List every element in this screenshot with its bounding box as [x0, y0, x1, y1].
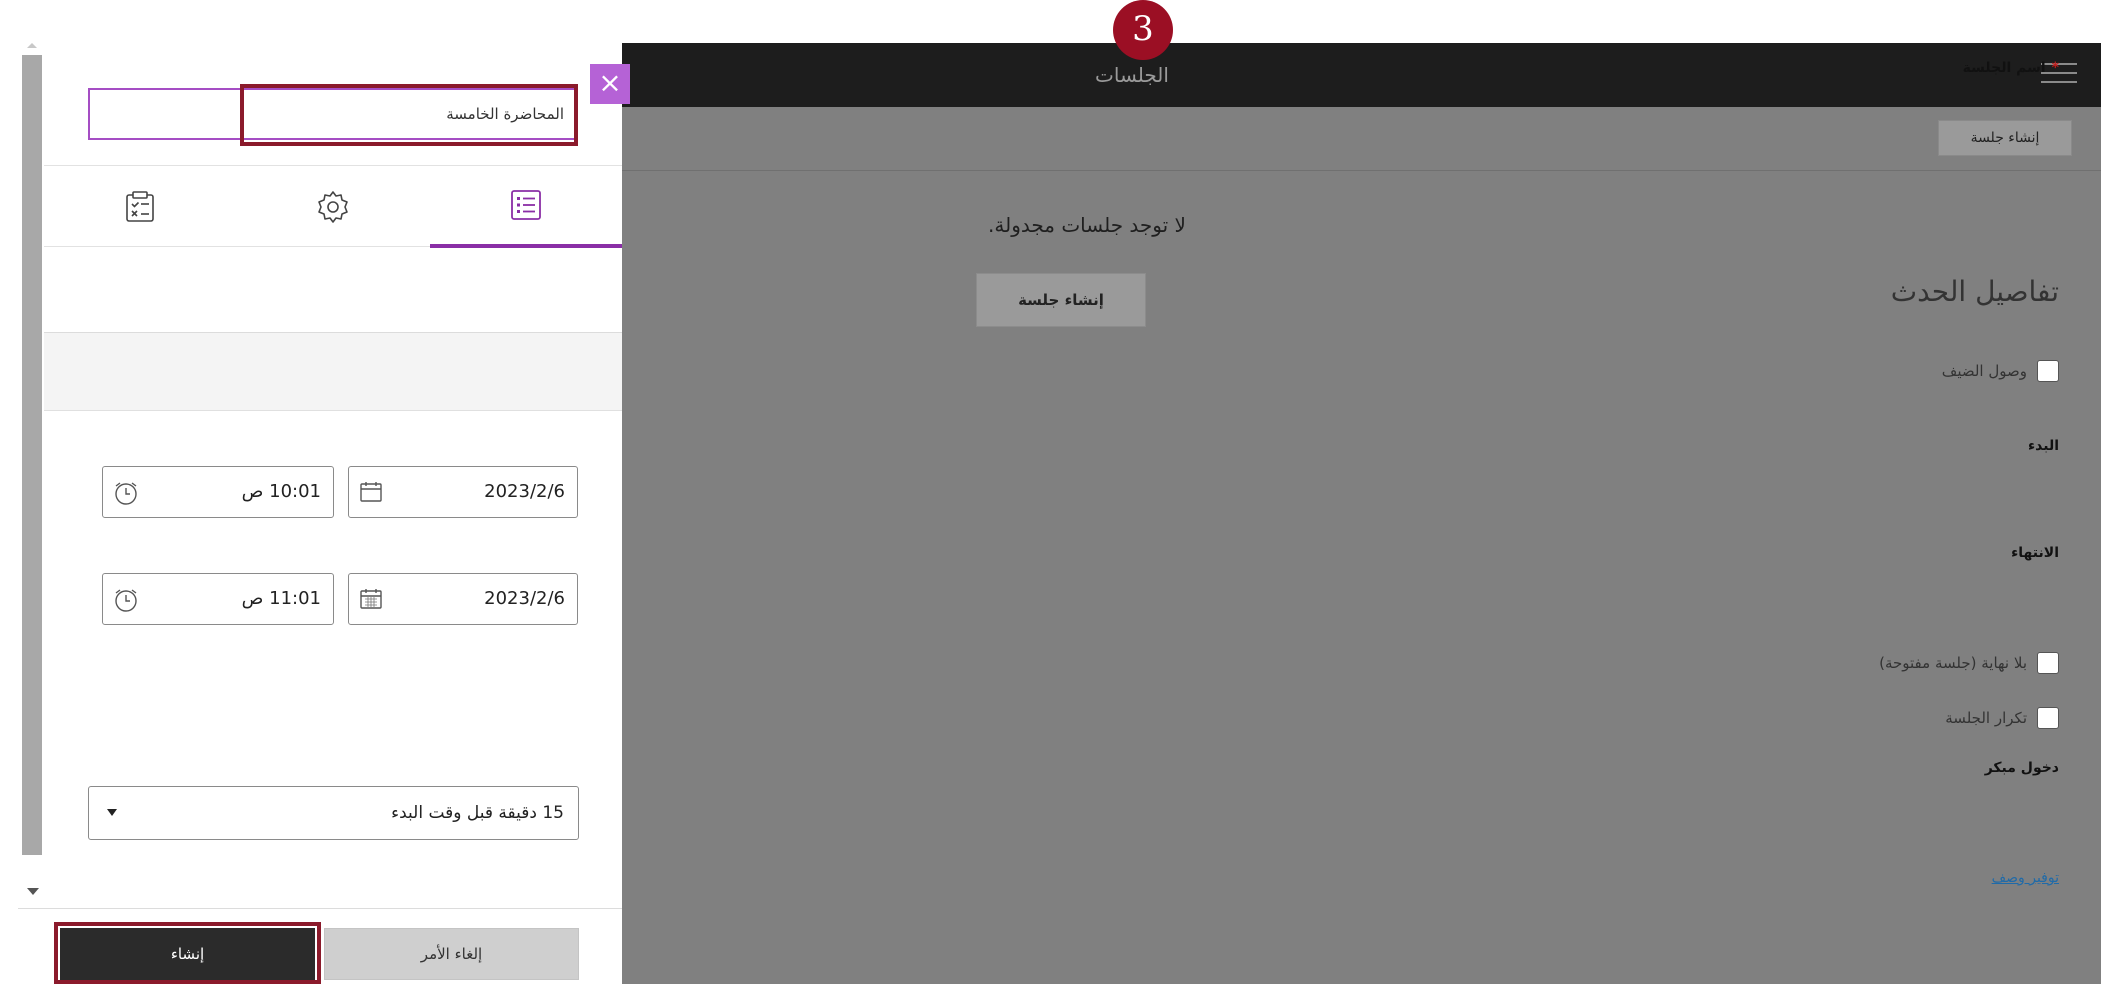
cancel-button[interactable]: إلغاء الأمر — [324, 928, 579, 980]
repeat-session-option[interactable]: تكرار الجلسة — [1945, 707, 2059, 729]
early-entry-label: دخول مبكر — [1984, 760, 2059, 776]
end-label: الانتهاء — [2011, 545, 2059, 561]
panel-scrollbar[interactable] — [20, 43, 44, 913]
end-date-field[interactable]: 2023/2/6 — [348, 573, 578, 625]
top-bar: الجلسات — [622, 43, 2101, 107]
no-end-checkbox[interactable] — [2037, 652, 2059, 674]
clock-icon[interactable] — [113, 587, 139, 613]
empty-create-session-button[interactable]: إنشاء جلسة — [976, 273, 1146, 327]
clock-icon[interactable] — [113, 480, 139, 506]
dropdown-arrow-icon — [107, 809, 117, 816]
start-label: البدء — [2027, 438, 2059, 454]
session-name-input[interactable] — [90, 90, 576, 138]
repeat-session-checkbox[interactable] — [2037, 707, 2059, 729]
guest-access-label: وصول الضيف — [1941, 362, 2027, 380]
calendar-icon[interactable] — [359, 480, 383, 504]
end-date-value: 2023/2/6 — [484, 588, 565, 609]
empty-state-message: لا توجد جلسات مجدولة. — [988, 213, 1186, 237]
guest-access-row — [44, 333, 622, 411]
add-description-link[interactable]: توفير وصف — [1992, 870, 2059, 886]
early-entry-select[interactable]: 15 دقيقة قبل وقت البدء — [88, 786, 579, 840]
attendance-icon — [126, 191, 154, 222]
start-time-value: 10:01 ص — [241, 481, 321, 502]
session-name-label-text: اسم الجلسة — [1962, 60, 2046, 76]
scrollbar-thumb[interactable] — [22, 55, 42, 855]
close-panel-button[interactable]: × — [590, 64, 630, 104]
tab-settings[interactable] — [237, 166, 429, 248]
session-name-field-wrapper — [88, 88, 578, 140]
footer-divider — [18, 908, 622, 909]
event-details-heading: تفاصيل الحدث — [1890, 275, 2059, 308]
end-time-field[interactable]: 11:01 ص — [102, 573, 334, 625]
repeat-session-label: تكرار الجلسة — [1945, 709, 2027, 727]
calendar-icon[interactable] — [359, 587, 383, 611]
sessions-main-area: الجلسات إنشاء جلسة لا توجد جلسات مجدولة.… — [622, 43, 2101, 984]
step-number-badge: 3 — [1113, 0, 1173, 60]
guest-access-checkbox[interactable] — [2037, 360, 2059, 382]
no-end-option[interactable]: بلا نهاية (جلسة مفتوحة) — [1879, 652, 2059, 674]
tab-event-details[interactable] — [430, 166, 622, 248]
required-asterisk: * — [2051, 60, 2059, 76]
panel-tabs — [44, 165, 622, 248]
end-time-value: 11:01 ص — [241, 588, 321, 609]
guest-access-option[interactable]: وصول الضيف — [1942, 360, 2059, 382]
sessions-toolbar: إنشاء جلسة — [622, 107, 2101, 171]
tab-attendance[interactable] — [44, 166, 236, 248]
toolbar-create-session-button[interactable]: إنشاء جلسة — [1938, 120, 2072, 156]
scroll-down-arrow-icon[interactable] — [27, 888, 39, 895]
scroll-up-arrow-icon[interactable] — [27, 43, 37, 48]
gear-icon — [318, 191, 348, 223]
early-entry-value: 15 دقيقة قبل وقت البدء — [391, 803, 564, 823]
details-list-icon — [511, 190, 541, 220]
no-end-label: بلا نهاية (جلسة مفتوحة) — [1879, 654, 2027, 672]
start-date-field[interactable]: 2023/2/6 — [348, 466, 578, 518]
session-name-label: * اسم الجلسة — [1963, 60, 2059, 76]
create-button[interactable]: إنشاء — [60, 928, 315, 980]
start-time-field[interactable]: 10:01 ص — [102, 466, 334, 518]
start-date-value: 2023/2/6 — [484, 481, 565, 502]
